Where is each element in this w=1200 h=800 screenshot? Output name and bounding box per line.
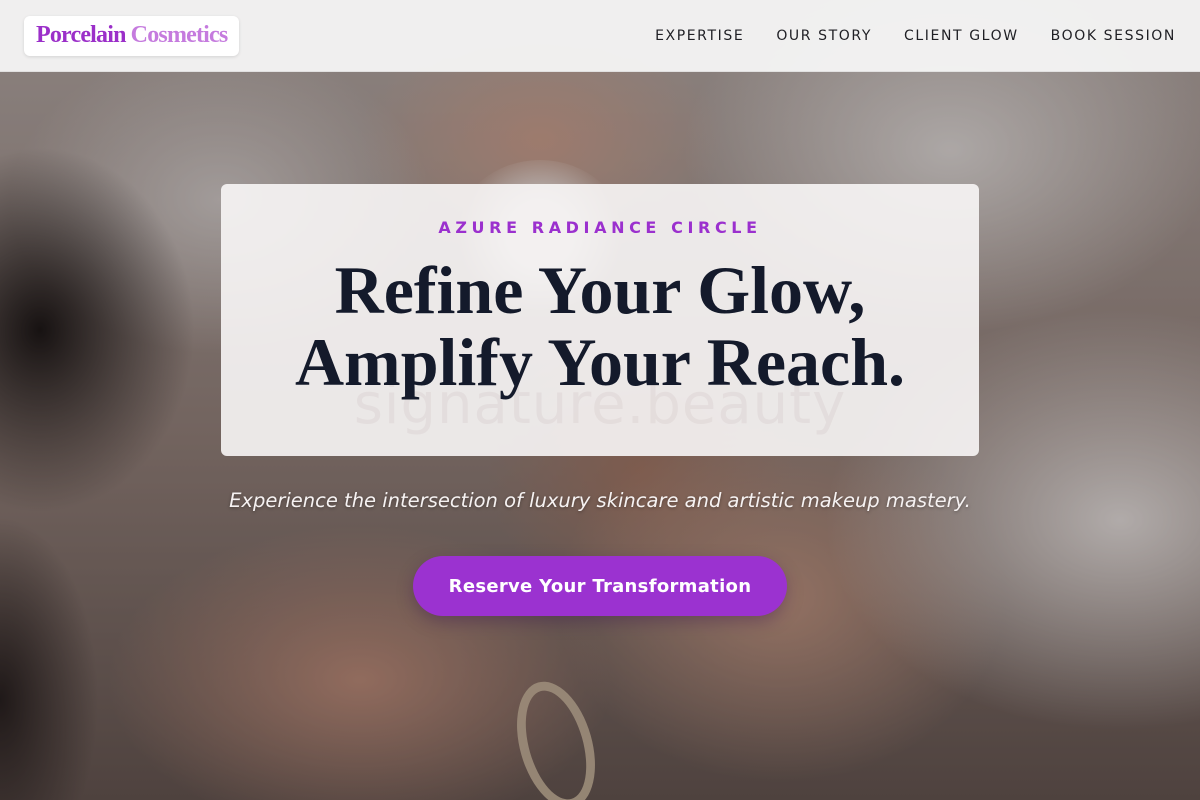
hero-eyebrow: AZURE RADIANCE CIRCLE bbox=[438, 218, 762, 237]
nav-item-our-story[interactable]: OUR STORY bbox=[776, 28, 872, 44]
main-nav: EXPERTISE OUR STORY CLIENT GLOW BOOK SES… bbox=[655, 28, 1176, 44]
reserve-button[interactable]: Reserve Your Transformation bbox=[413, 556, 787, 616]
nav-item-book-session[interactable]: BOOK SESSION bbox=[1051, 28, 1176, 44]
headline-line-2: Amplify Your Reach. bbox=[294, 324, 906, 400]
nav-item-client-glow[interactable]: CLIENT GLOW bbox=[904, 28, 1019, 44]
brand-name-part1: Porcelain bbox=[36, 22, 126, 48]
landing-page: Porcelain Cosmetics EXPERTISE OUR STORY … bbox=[0, 0, 1200, 800]
brand-name-part2: Cosmetics bbox=[130, 22, 229, 48]
headline-line-1: Refine Your Glow, bbox=[334, 252, 866, 328]
site-header: Porcelain Cosmetics EXPERTISE OUR STORY … bbox=[0, 0, 1200, 72]
hero-subline: Experience the intersection of luxury sk… bbox=[229, 489, 971, 512]
hero-headline: Refine Your Glow, Amplify Your Reach. bbox=[221, 254, 979, 398]
brand-logo[interactable]: Porcelain Cosmetics bbox=[24, 15, 240, 56]
nav-item-expertise[interactable]: EXPERTISE bbox=[655, 28, 744, 44]
